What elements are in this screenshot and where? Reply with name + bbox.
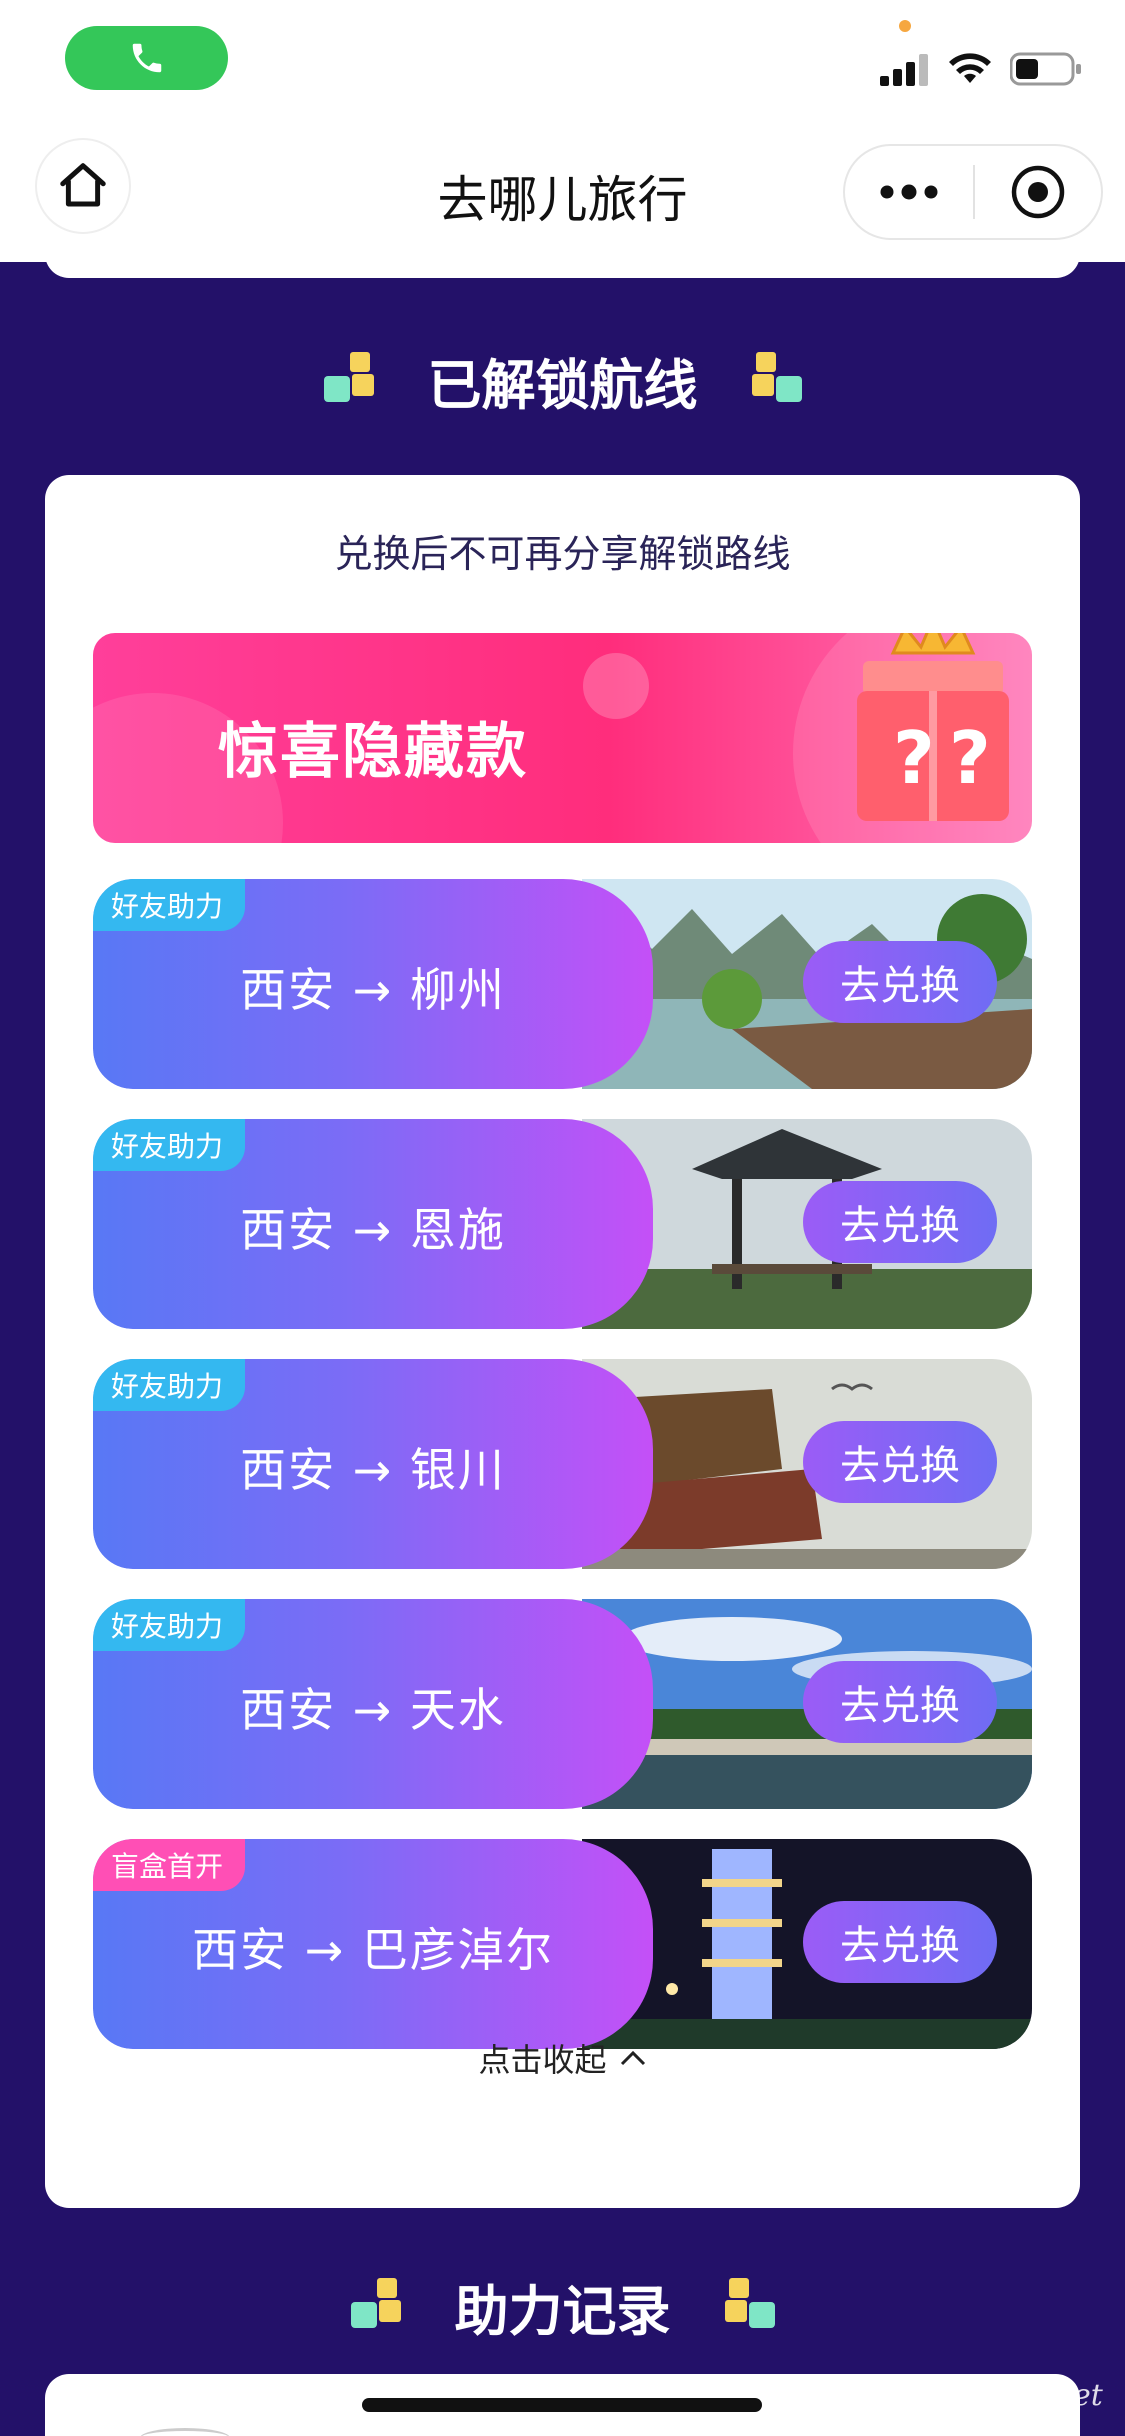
call-indicator[interactable] xyxy=(65,26,228,90)
home-indicator[interactable] xyxy=(362,2398,762,2412)
previous-card-bottom xyxy=(45,240,1080,278)
wifi-icon xyxy=(949,53,991,83)
help-record-header: 助力记录 xyxy=(0,2256,1125,2356)
route-card[interactable]: 西安 → 柳州 好友助力 去兑换 xyxy=(93,879,1032,1089)
watermark: eLvXing.net xyxy=(920,2378,1103,2413)
route-tag: 好友助力 xyxy=(93,879,246,931)
battery-icon xyxy=(1010,52,1081,86)
miniprogram-capsule xyxy=(843,144,1103,240)
exchange-button[interactable]: 去兑换 xyxy=(803,1421,997,1503)
cubes-icon xyxy=(323,352,374,402)
cubes-icon xyxy=(751,352,802,402)
collapse-toggle[interactable]: 点击收起 xyxy=(45,2035,1080,2081)
collapse-label: 点击收起 xyxy=(478,2041,607,2079)
exchange-button[interactable]: 去兑换 xyxy=(803,1181,997,1263)
exchange-button[interactable]: 去兑换 xyxy=(803,1901,997,1983)
route-tag: 盲盒首开 xyxy=(93,1839,246,1891)
route-tag: 好友助力 xyxy=(93,1119,246,1171)
close-miniprogram-button[interactable] xyxy=(975,146,1101,238)
section-title: 助力记录 xyxy=(454,2279,671,2343)
cubes-icon xyxy=(724,2278,775,2328)
route-tag: 好友助力 xyxy=(93,1359,246,1411)
mystery-box-icon: ? ? xyxy=(857,633,1009,821)
route-tag: 好友助力 xyxy=(93,1599,246,1651)
route-card[interactable]: 西安 → 天水 好友助力 去兑换 xyxy=(93,1599,1032,1809)
unlocked-routes-header: 已解锁航线 xyxy=(0,330,1125,430)
svg-text:?: ? xyxy=(893,716,935,800)
privacy-indicator xyxy=(899,20,911,32)
section-title: 已解锁航线 xyxy=(427,353,698,417)
svg-text:?: ? xyxy=(949,716,991,800)
route-card[interactable]: 西安 → 巴彦淖尔 盲盒首开 去兑换 xyxy=(93,1839,1032,2049)
cubes-icon xyxy=(350,2278,401,2328)
unlocked-routes-card: 兑换后不可再分享解锁路线 惊喜隐藏款 ? ? 西安 → 柳州 好友助力 去兑换 … xyxy=(45,475,1080,2208)
target-icon xyxy=(1011,165,1065,219)
decor-circle xyxy=(583,653,649,719)
more-dots-icon xyxy=(880,184,938,200)
top-bar: 去哪儿旅行 xyxy=(0,0,1125,262)
exchange-button[interactable]: 去兑换 xyxy=(803,1661,997,1743)
signal-icon xyxy=(880,54,928,86)
more-button[interactable] xyxy=(845,146,973,238)
surprise-label: 惊喜隐藏款 xyxy=(218,717,528,787)
route-card[interactable]: 西安 → 恩施 好友助力 去兑换 xyxy=(93,1119,1032,1329)
phone-icon xyxy=(132,43,161,73)
chevron-up-icon xyxy=(620,2050,645,2066)
exchange-hint: 兑换后不可再分享解锁路线 xyxy=(334,532,791,576)
surprise-hidden-banner[interactable]: 惊喜隐藏款 ? ? xyxy=(93,633,1032,843)
exchange-button[interactable]: 去兑换 xyxy=(803,941,997,1023)
route-card[interactable]: 西安 → 银川 好友助力 去兑换 xyxy=(93,1359,1032,1569)
